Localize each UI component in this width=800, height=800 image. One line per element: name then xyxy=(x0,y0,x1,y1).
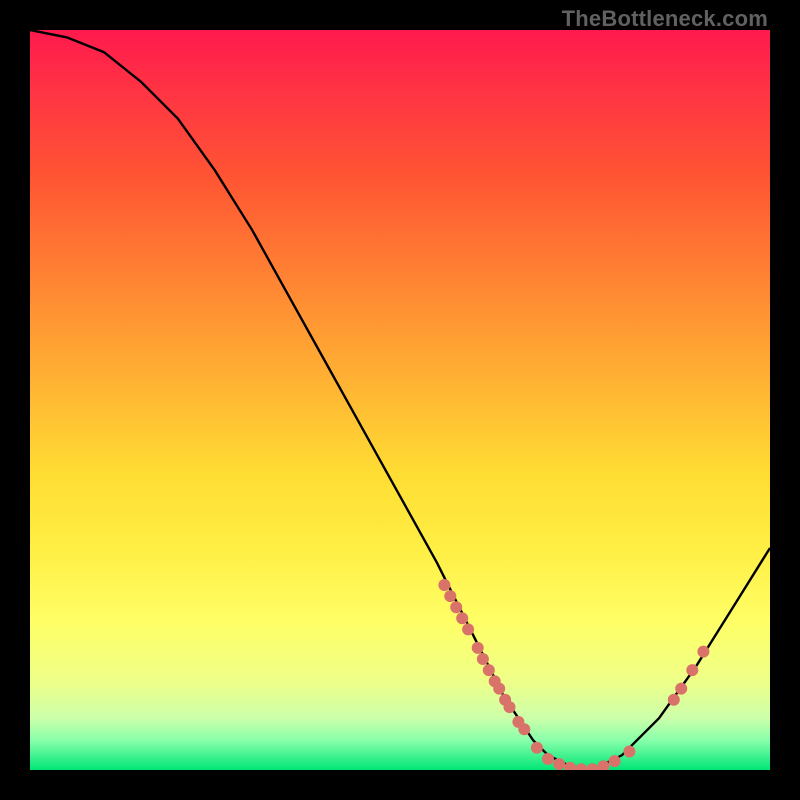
chart-overlay-svg xyxy=(30,30,770,770)
data-point xyxy=(668,694,680,706)
data-point xyxy=(493,683,505,695)
data-point xyxy=(438,579,450,591)
data-point xyxy=(518,723,530,735)
data-point xyxy=(444,590,456,602)
data-point xyxy=(575,763,587,770)
data-point xyxy=(504,701,516,713)
data-point xyxy=(686,664,698,676)
data-point xyxy=(531,742,543,754)
bottleneck-curve xyxy=(30,30,770,770)
data-point xyxy=(456,612,468,624)
data-point xyxy=(697,646,709,658)
data-point xyxy=(450,601,462,613)
data-point xyxy=(462,623,474,635)
data-point xyxy=(675,683,687,695)
data-point xyxy=(483,664,495,676)
watermark-text: TheBottleneck.com xyxy=(562,6,768,32)
data-point xyxy=(623,746,635,758)
data-point xyxy=(609,755,621,767)
data-point xyxy=(542,753,554,765)
chart-container: { "watermark": "TheBottleneck.com", "cha… xyxy=(0,0,800,800)
data-point xyxy=(477,653,489,665)
data-point xyxy=(586,763,598,770)
data-point xyxy=(553,758,565,770)
data-point xyxy=(472,642,484,654)
data-points-group xyxy=(438,579,709,770)
